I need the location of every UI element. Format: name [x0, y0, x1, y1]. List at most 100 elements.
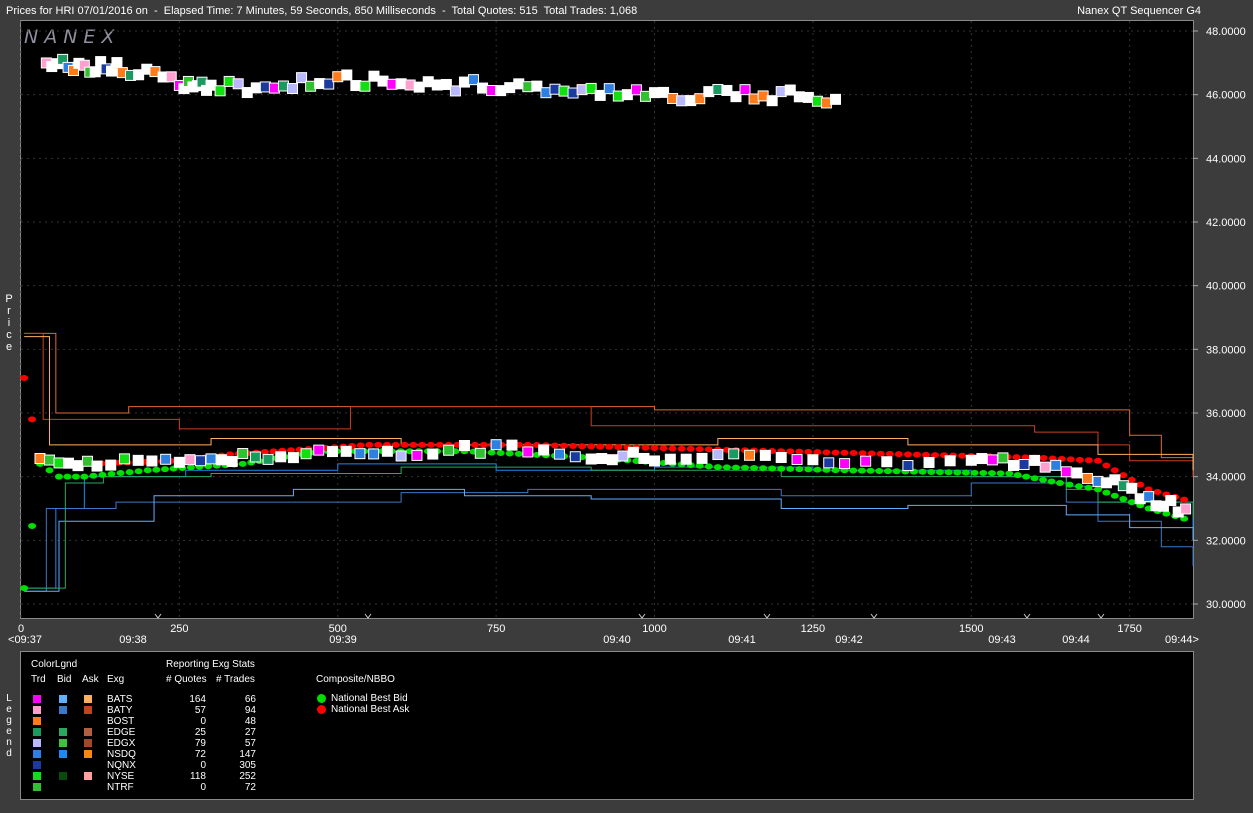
- legend-trd-swatch: [33, 750, 41, 758]
- nbbo-ask-point: [374, 441, 383, 448]
- nbbo-bid-point: [186, 464, 195, 471]
- nbbo-ask-point: [849, 450, 858, 457]
- time-label: 09:43: [988, 634, 1016, 646]
- trade-marker-lower: [1180, 503, 1192, 515]
- trade-marker-lower: [1081, 472, 1093, 484]
- trade-marker-lower: [1071, 467, 1083, 479]
- nbbo-ask-point: [922, 451, 931, 458]
- trade-marker-lower: [44, 454, 56, 466]
- nbbo-bid-point: [1127, 499, 1136, 506]
- y-tick-label: 42.0000: [1206, 217, 1246, 229]
- y-tick-label: 34.0000: [1206, 472, 1246, 484]
- nbbo-ask-point: [1180, 496, 1189, 503]
- trade-marker-upper: [612, 90, 624, 102]
- trade-marker-lower: [63, 457, 75, 469]
- trade-marker-lower: [118, 453, 130, 465]
- nbbo-bid-point: [849, 467, 858, 474]
- legend-exchange-name: NQNX: [107, 760, 136, 771]
- y-tick-label: 46.0000: [1206, 90, 1246, 102]
- trade-marker-upper: [214, 85, 226, 97]
- time-marker: [154, 613, 162, 619]
- trade-marker-upper: [775, 86, 787, 98]
- trade-marker-upper: [232, 78, 244, 90]
- nbbo-ask-point: [695, 446, 704, 453]
- y-tick-label: 32.0000: [1206, 535, 1246, 547]
- legend-trades-count: 305: [239, 760, 256, 771]
- trade-marker-upper: [703, 86, 715, 98]
- trade-marker-upper: [332, 71, 344, 83]
- trade-marker-lower: [744, 449, 756, 461]
- trade-marker-upper: [830, 93, 842, 105]
- time-label: 09:42: [835, 634, 863, 646]
- nbbo-ask-point: [840, 449, 849, 456]
- trade-marker-upper: [323, 78, 335, 90]
- trade-marker-lower: [649, 455, 661, 467]
- trade-marker-lower: [759, 449, 771, 461]
- trade-marker-lower: [965, 454, 977, 466]
- legend-ask-swatch: [84, 772, 92, 780]
- legend-exchange-name: EDGX: [107, 738, 136, 749]
- legend-trades-count: 66: [244, 694, 256, 705]
- nbbo-ask-point: [704, 446, 713, 453]
- nbbo-ask-point: [1084, 457, 1093, 464]
- nbbo-bid-point: [1119, 495, 1128, 502]
- trade-marker-upper: [694, 93, 706, 105]
- trade-marker-lower: [627, 446, 639, 458]
- nbbo-bid-point: [1084, 484, 1093, 491]
- nbbo-bid-point: [125, 469, 134, 476]
- trade-marker-upper: [440, 78, 452, 90]
- nbbo-ask-point: [958, 452, 967, 459]
- time-label: 09:41: [728, 634, 756, 646]
- nbbo-bid-point: [961, 469, 970, 476]
- legend-quotes-count: 72: [194, 749, 206, 760]
- trade-marker-upper: [259, 81, 271, 93]
- trade-marker-lower: [606, 454, 618, 466]
- trade-marker-lower: [976, 453, 988, 465]
- nbbo-ask-point: [1066, 456, 1075, 463]
- trade-marker-lower: [146, 455, 158, 467]
- nbbo-bid-point: [970, 469, 979, 476]
- trade-marker-lower: [1018, 458, 1030, 470]
- trade-marker-lower: [1060, 466, 1072, 478]
- nbbo-bid-point: [987, 470, 996, 477]
- time-marker: [870, 613, 878, 619]
- stats-col-quotes: # Quotes: [166, 674, 207, 685]
- legend-trd-swatch: [33, 761, 41, 769]
- nbbo-ask-point: [471, 441, 480, 448]
- trade-marker-lower: [226, 456, 238, 468]
- nbbo-ask-point: [641, 444, 650, 451]
- trade-marker-upper: [721, 84, 733, 96]
- bid-line-edge: [24, 466, 1194, 589]
- nbbo-ask-point: [391, 441, 400, 448]
- trade-marker-upper: [404, 79, 416, 91]
- nbbo-bid-point: [238, 460, 247, 467]
- legend-quotes-count: 118: [190, 771, 206, 782]
- trade-marker-upper: [422, 76, 434, 88]
- nbbo-bid-point: [875, 467, 884, 474]
- trade-marker-lower: [923, 456, 935, 468]
- trade-marker-lower: [823, 457, 835, 469]
- trade-marker-upper: [540, 87, 552, 99]
- trade-marker-lower: [340, 445, 352, 457]
- legend-col-exg: Exg: [107, 674, 125, 685]
- stats-col-trades: # Trades: [216, 674, 255, 685]
- trade-marker-upper: [431, 79, 443, 91]
- trade-marker-lower: [237, 448, 249, 460]
- nbbo-ask-point: [1093, 457, 1102, 464]
- time-label: 09:44>: [1165, 634, 1199, 646]
- legend-exchange-name: BOST: [107, 716, 135, 727]
- legend-exchange-name: BATS: [107, 694, 133, 705]
- nbbo-bid-point: [20, 585, 29, 592]
- nbbo-ask-point: [418, 441, 427, 448]
- nbbo-bid-point: [750, 465, 759, 472]
- nbbo-bid-point: [944, 469, 953, 476]
- nbbo-bid-point: [1093, 486, 1102, 493]
- time-marker: [1023, 613, 1031, 619]
- trade-marker-upper: [667, 92, 679, 104]
- trade-marker-lower: [1039, 461, 1051, 473]
- nbbo-bid-swatch: [317, 694, 326, 703]
- trade-marker-lower: [411, 449, 423, 461]
- legend-panel: ColorLgnd Reporting Exg Stats Composite/…: [20, 651, 1194, 800]
- nbbo-ask-point: [822, 449, 831, 456]
- legend-col-ask: Ask: [82, 674, 99, 685]
